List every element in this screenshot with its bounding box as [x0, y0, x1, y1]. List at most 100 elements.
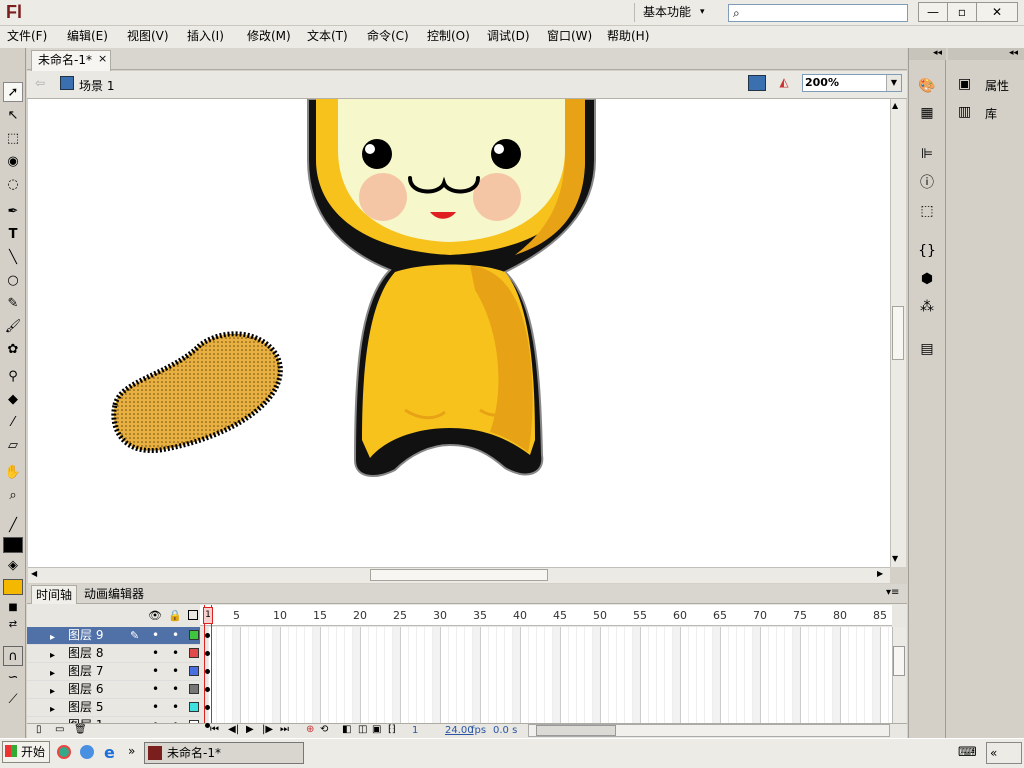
smooth-icon[interactable]: ∽	[3, 668, 23, 688]
stage-canvas[interactable]	[28, 99, 890, 567]
lock-dot[interactable]: •	[172, 681, 179, 698]
free-transform-icon[interactable]: ⬚	[3, 129, 23, 149]
edit-symbols-icon[interactable]: ◭	[775, 75, 793, 91]
snap-magnet-icon[interactable]: ∩	[3, 646, 23, 666]
lock-icon[interactable]: 🔒	[168, 609, 182, 622]
layer-name[interactable]: 图层 6	[68, 681, 103, 698]
onion-markers-icon[interactable]: ⁅⁆	[388, 724, 396, 735]
play-icon[interactable]: ▶	[246, 724, 254, 735]
layer-row[interactable]: ▸ 图层 6 • •	[27, 681, 200, 699]
menu-text[interactable]: 文本(T)	[307, 27, 348, 45]
library-label[interactable]: 库	[985, 105, 997, 122]
outline-icon[interactable]	[188, 610, 198, 620]
deco-icon[interactable]: ✿	[3, 340, 23, 360]
menu-file[interactable]: 文件(F)	[7, 27, 47, 45]
layer-outline-color[interactable]	[189, 666, 199, 676]
menu-help[interactable]: 帮助(H)	[607, 27, 649, 45]
edit-multiple-frames-icon[interactable]: ▣	[372, 724, 381, 735]
tray-expand-icon[interactable]: «	[986, 742, 1022, 764]
properties-label[interactable]: 属性	[985, 77, 1009, 94]
layer-outline-color[interactable]	[189, 702, 199, 712]
quick-launch-more-icon[interactable]: »	[128, 744, 135, 758]
align-icon[interactable]: ⊫	[915, 143, 939, 165]
project-folder-icon[interactable]: ▤	[915, 338, 939, 360]
scroll-left-icon[interactable]: ◀	[31, 569, 37, 578]
layer-name[interactable]: 图层 7	[68, 663, 103, 680]
oval-tool-icon[interactable]: ○	[3, 271, 23, 291]
fill-color-swatch[interactable]	[3, 579, 23, 595]
step-forward-icon[interactable]: |▶	[262, 724, 273, 735]
menu-control[interactable]: 控制(O)	[427, 27, 470, 45]
close-button[interactable]: ✕	[976, 2, 1018, 22]
layer-outline-color[interactable]	[189, 648, 199, 658]
vertical-scroll-thumb[interactable]	[892, 306, 904, 360]
delete-layer-icon[interactable]: 🗑	[74, 724, 87, 735]
expand-panels-icon[interactable]: ◂◂	[909, 48, 946, 60]
visibility-dot[interactable]: •	[152, 645, 159, 662]
first-frame-icon[interactable]: ⏮	[210, 724, 219, 735]
collapse-panels-icon[interactable]: ◂◂	[948, 48, 1024, 60]
menu-view[interactable]: 视图(V)	[127, 27, 169, 45]
properties-icon[interactable]: ▣	[958, 76, 971, 92]
lock-dot[interactable]: •	[172, 645, 179, 662]
tab-motion-editor[interactable]: 动画编辑器	[80, 585, 148, 604]
keyframe[interactable]	[205, 669, 210, 674]
last-frame-icon[interactable]: ⏭	[280, 724, 289, 735]
brush-icon[interactable]: 🖌	[3, 317, 23, 337]
paint-bucket-icon[interactable]: ◆	[3, 390, 23, 410]
eyedropper-icon[interactable]: ⁄	[3, 413, 23, 433]
transform-icon[interactable]: ⬚	[915, 200, 939, 222]
bone-icon[interactable]: ⚲	[3, 367, 23, 387]
pencil-icon[interactable]: ✎	[3, 294, 23, 314]
motion-presets-icon[interactable]: ⁂	[915, 296, 939, 318]
actions-script-icon[interactable]: {}	[915, 240, 939, 262]
menu-edit[interactable]: 编辑(E)	[67, 27, 108, 45]
keyframe[interactable]	[205, 723, 210, 728]
center-frame-icon[interactable]: ⊕	[306, 724, 314, 735]
taskbar-task-flash[interactable]: 未命名-1*	[144, 742, 304, 764]
3d-rotation-icon[interactable]: ◉	[3, 152, 23, 172]
hand-icon[interactable]: ✋	[3, 463, 23, 483]
stroke-color-swatch[interactable]	[3, 537, 23, 553]
layer-row[interactable]: ▸ 图层 9 • • ✎	[27, 627, 200, 645]
eraser-icon[interactable]: ▱	[3, 436, 23, 456]
step-back-icon[interactable]: ◀|	[228, 724, 239, 735]
swap-colors-icon[interactable]: ⇄	[3, 615, 23, 635]
frame-ruler[interactable]	[200, 605, 892, 626]
components-icon[interactable]: ⬢	[915, 268, 939, 290]
zoom-dropdown-icon[interactable]: ▼	[886, 75, 901, 91]
keyframe[interactable]	[205, 633, 210, 638]
zoom-icon[interactable]: ⌕	[3, 486, 23, 506]
ie-icon[interactable]: e	[104, 743, 115, 762]
layer-row[interactable]: ▸ 图层 7 • •	[27, 663, 200, 681]
fps-value[interactable]: 24.00	[445, 725, 474, 736]
menu-commands[interactable]: 命令(C)	[367, 27, 409, 45]
onion-outline-icon[interactable]: ◫	[358, 724, 367, 735]
line-tool-icon[interactable]: ╲	[3, 248, 23, 268]
close-tab-icon[interactable]: ×	[98, 52, 107, 65]
layer-outline-color[interactable]	[189, 684, 199, 694]
pen-icon[interactable]: ✒	[3, 202, 23, 222]
text-tool-icon[interactable]: T	[3, 225, 23, 245]
layer-name[interactable]: 图层 5	[68, 699, 103, 716]
layer-name[interactable]: 图层 8	[68, 645, 103, 662]
visibility-dot[interactable]: •	[152, 627, 159, 644]
layer-outline-color[interactable]	[189, 630, 199, 640]
visibility-dot[interactable]: •	[152, 699, 159, 716]
layer-row[interactable]: ▸ 图层 8 • •	[27, 645, 200, 663]
lasso-icon[interactable]: ◌	[3, 175, 23, 195]
selection-tool-icon[interactable]: ➚	[3, 82, 23, 102]
subselection-tool-icon[interactable]: ↖	[3, 106, 23, 126]
menu-modify[interactable]: 修改(M)	[247, 27, 291, 45]
back-arrow-icon[interactable]: ⇦	[35, 76, 45, 90]
minimize-button[interactable]: —	[918, 2, 948, 22]
menu-debug[interactable]: 调试(D)	[487, 27, 530, 45]
loop-icon[interactable]: ⟲	[320, 724, 328, 735]
keyboard-icon[interactable]: ⌨	[958, 745, 977, 760]
current-frame-value[interactable]: 1	[412, 725, 418, 736]
playhead-marker[interactable]: 1	[203, 607, 213, 624]
layer-row[interactable]: ▸ 图层 5 • •	[27, 699, 200, 717]
onion-skin-icon[interactable]: ◧	[342, 724, 351, 735]
tab-timeline[interactable]: 时间轴	[31, 585, 78, 604]
restore-button[interactable]: ▫	[947, 2, 977, 22]
